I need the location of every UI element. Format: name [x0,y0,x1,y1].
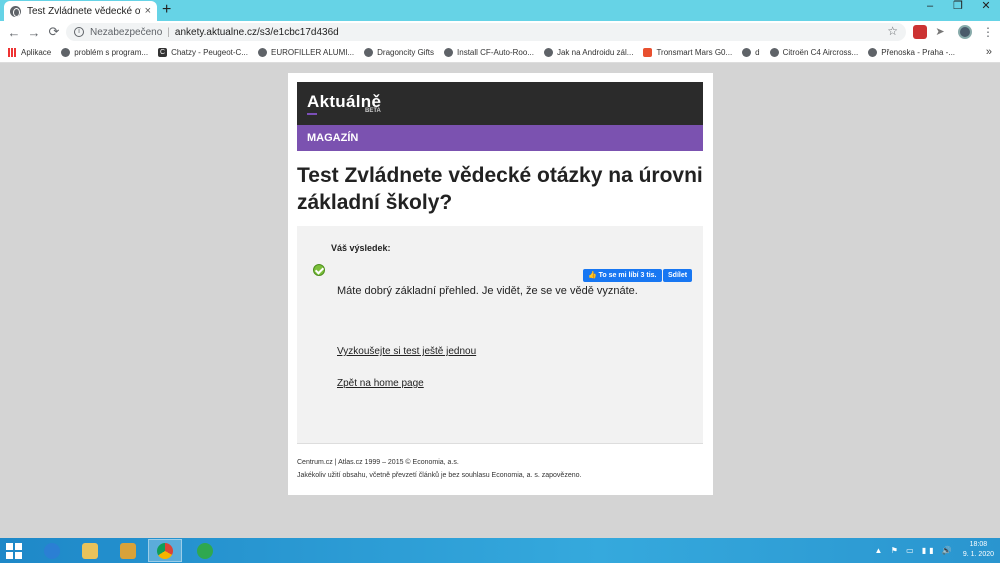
clock-date: 9. 1. 2020 [962,551,994,558]
browser-menu-icon[interactable]: ⋮ [981,25,995,39]
bookmark-label: Aplikace [21,48,52,57]
bookmarks-bar: Aplikace problém s program... C Chatzy - … [0,43,1000,63]
beta-badge: BETA [365,108,381,114]
bookmark-label: Jak na Androidu zál... [556,48,634,57]
bookmark-label: problém s program... [74,48,149,57]
profile-avatar[interactable] [958,25,972,39]
forward-button[interactable]: → [24,25,44,40]
bookmark-item[interactable]: Tronsmart Mars G0... [643,48,732,57]
bookmark-label: Chatzy - Peugeot-C... [171,48,248,57]
back-button[interactable]: ← [4,25,24,40]
footer-copyright: Centrum.cz | Atlas.cz 1999 – 2015 © Econ… [297,459,459,466]
internet-explorer-taskbar-button[interactable] [35,539,69,562]
bookmark-label: Install CF-Auto-Roo... [457,48,534,57]
address-separator: | [167,26,170,38]
tab-strip: Test Zvládnete vědecké otázky n × + – ❐ … [0,0,1000,21]
extension-icon[interactable] [913,25,927,39]
folder-icon [82,542,98,559]
chatzy-icon: C [158,48,168,57]
new-tab-button[interactable]: + [162,2,171,18]
system-tray: ▲ ⚑ ▭ ▮▮ 🔊 18:08 9. 1. 2020 [875,540,994,560]
section-label[interactable]: MAGAZÍN [307,132,358,144]
bookmarks-overflow-button[interactable]: » [986,46,992,58]
result-text: Máte dobrý základní přehled. Je vidět, ž… [337,285,638,297]
bookmark-item[interactable]: Citroën C4 Aircross... [769,48,859,57]
bookmark-item[interactable]: Dragoncity Gifts [364,48,434,57]
tab-title: Test Zvládnete vědecké otázky n [27,5,141,17]
bookmark-item[interactable]: Aplikace [8,48,51,57]
archive-taskbar-button[interactable] [111,539,145,562]
bookmark-label: EUROFILLER ALUMI... [270,48,355,57]
bookmark-label: Tronsmart Mars G0... [656,48,733,57]
windows-taskbar: ▲ ⚑ ▭ ▮▮ 🔊 18:08 9. 1. 2020 [0,538,1000,563]
bookmark-item[interactable]: Jak na Androidu zál... [543,48,634,57]
address-bar[interactable]: i Nezabezpečeno | ankety.aktualne.cz/s3/… [66,23,906,41]
globe-icon [10,5,21,17]
bookmark-item[interactable]: C Chatzy - Peugeot-C... [158,48,248,57]
content-card: Aktuálně BETA MAGAZÍN Test Zvládnete věd… [288,73,713,495]
minimize-button[interactable]: – [916,0,944,14]
result-panel: Váš výsledek: 👍 To se mi líbí 3 tis. Sdí… [297,226,703,444]
browser-tab[interactable]: Test Zvládnete vědecké otázky n × [4,1,157,21]
restore-button[interactable]: ❐ [944,0,972,14]
internet-explorer-icon [44,542,60,559]
globe-icon [769,48,779,57]
apps-icon [8,48,17,57]
bookmark-label: d [755,48,760,57]
retry-test-link[interactable]: Vyzkoušejte si test ještě jednou [337,346,476,357]
bookmark-label: Přenoska - Praha -... [881,48,956,57]
globe-icon [543,48,553,57]
start-button[interactable] [6,543,22,559]
url-text[interactable]: ankety.aktualne.cz/s3/e1cbc17d436d [175,27,339,38]
logo-accent [307,113,317,115]
file-explorer-taskbar-button[interactable] [73,539,107,562]
bookmark-item[interactable]: problém s program... [61,48,148,57]
info-icon[interactable]: i [74,27,84,37]
utorrent-taskbar-button[interactable] [188,539,222,562]
utorrent-icon [197,542,213,559]
close-window-button[interactable]: ✕ [972,0,1000,14]
globe-icon [444,48,454,57]
chrome-icon [157,542,173,559]
bookmark-label: Dragoncity Gifts [377,48,435,57]
home-page-link[interactable]: Zpět na home page [337,378,424,389]
bookmark-star-icon[interactable]: ☆ [887,24,898,38]
windows-logo-icon [6,543,13,550]
globe-icon [364,48,374,57]
chrome-taskbar-button[interactable] [148,539,182,562]
clock-time: 18:08 [969,541,988,548]
reload-button[interactable]: ⟳ [44,24,64,40]
send-icon[interactable]: ➤ [933,25,947,39]
facebook-like-button[interactable]: 👍 To se mi líbí 3 tis. [583,269,662,282]
page-title: Test Zvládnete vědecké otázky na úrovni … [297,164,703,214]
tray-icons[interactable]: ▲ ⚑ ▭ ▮▮ 🔊 [875,546,955,555]
archive-icon [120,542,136,559]
check-icon [313,264,325,276]
bookmark-item[interactable]: Install CF-Auto-Roo... [444,48,534,57]
section-bar: MAGAZÍN [297,125,703,151]
globe-icon [257,48,267,57]
bookmark-item[interactable]: d [742,48,760,57]
facebook-share-button[interactable]: Sdílet [663,269,693,282]
footer-notice: Jakékoliv užití obsahu, včetně převzetí … [297,472,582,479]
bookmark-item[interactable]: Přenoska - Praha -... [868,48,955,57]
bookmark-item[interactable]: EUROFILLER ALUMI... [257,48,355,57]
brand-header: Aktuálně BETA [297,82,703,125]
globe-icon [868,48,878,57]
bookmark-label: Citroën C4 Aircross... [782,48,859,57]
globe-icon [61,48,71,57]
browser-toolbar: ← → ⟳ i Nezabezpečeno | ankety.aktualne.… [0,21,1000,43]
globe-icon [742,48,752,57]
result-label: Váš výsledek: [331,243,391,253]
security-label: Nezabezpečeno [90,26,163,38]
tab-close-button[interactable]: × [145,5,151,17]
aliexpress-icon [643,48,653,57]
clock[interactable]: 18:08 9. 1. 2020 [963,540,994,560]
